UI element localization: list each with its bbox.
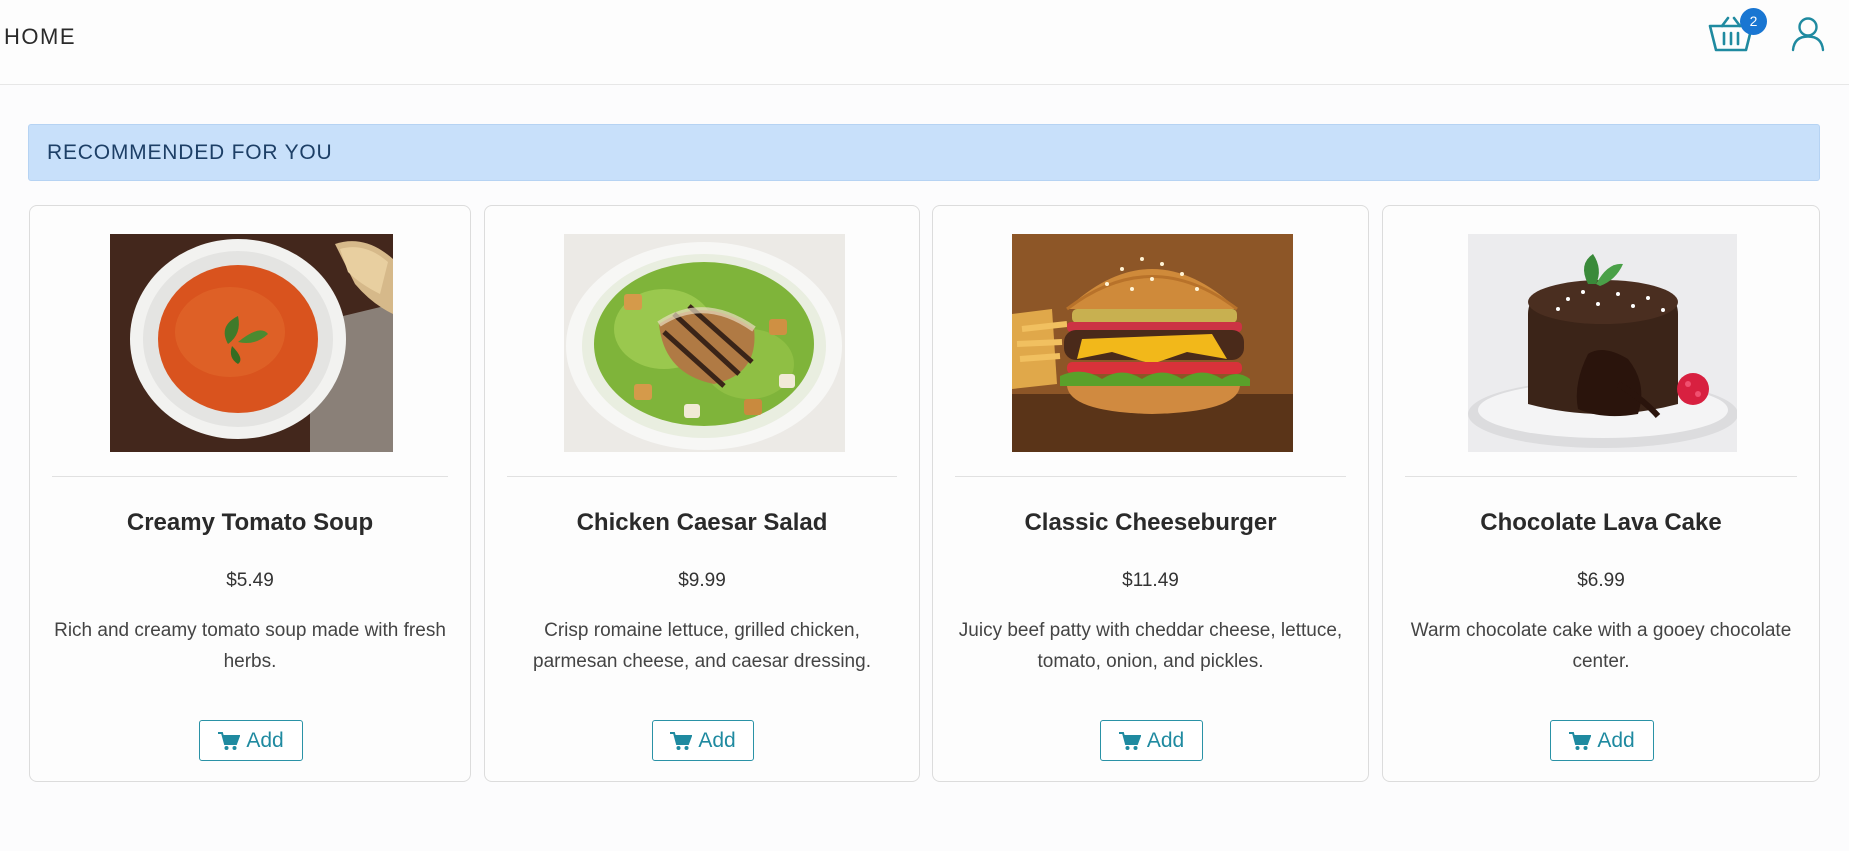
- cart-icon: [1569, 731, 1592, 750]
- card-divider: [955, 476, 1346, 477]
- product-description: Crisp romaine lettuce, grilled chicken, …: [533, 620, 871, 672]
- user-icon: [1791, 17, 1825, 52]
- add-button-label: Add: [1597, 728, 1635, 752]
- card-divider: [507, 476, 897, 477]
- recommended-banner: RECOMMENDED FOR YOU: [28, 124, 1820, 181]
- cart-icon: [1118, 731, 1141, 750]
- lava-cake-image: [1468, 234, 1737, 452]
- add-to-cart-button[interactable]: Add: [1100, 720, 1203, 761]
- product-card: Chocolate Lava Cake $6.99 Warm chocolate…: [1382, 205, 1820, 782]
- add-button-label: Add: [1146, 728, 1185, 752]
- caesar-salad-image: [564, 234, 845, 452]
- add-button-label: Add: [698, 728, 736, 752]
- product-description: Warm chocolate cake with a gooey chocola…: [1410, 620, 1792, 672]
- product-description: Juicy beef patty with cheddar cheese, le…: [958, 620, 1343, 672]
- add-to-cart-button[interactable]: Add: [199, 720, 303, 761]
- product-name: Classic Cheeseburger: [1024, 509, 1277, 536]
- product-description: Rich and creamy tomato soup made with fr…: [54, 620, 446, 672]
- card-divider: [1405, 476, 1797, 477]
- card-divider: [52, 476, 448, 477]
- user-account-button[interactable]: [1791, 16, 1825, 52]
- tomato-soup-image: [110, 234, 393, 452]
- product-price: $5.49: [226, 570, 274, 591]
- add-to-cart-button[interactable]: Add: [652, 720, 754, 761]
- product-price: $6.99: [1577, 570, 1625, 591]
- product-price: $9.99: [678, 570, 726, 591]
- product-name: Chicken Caesar Salad: [576, 509, 828, 536]
- product-card: Classic Cheeseburger $11.49 Juicy beef p…: [932, 205, 1369, 782]
- cart-icon: [670, 731, 693, 750]
- product-price: $11.49: [1122, 570, 1179, 591]
- top-navbar: HOME 2: [0, 0, 1849, 85]
- cheeseburger-image: [1012, 234, 1293, 452]
- product-name: Creamy Tomato Soup: [126, 509, 374, 536]
- recommended-heading: RECOMMENDED FOR YOU: [47, 141, 333, 164]
- product-card: Chicken Caesar Salad $9.99 Crisp romaine…: [484, 205, 920, 782]
- product-name: Chocolate Lava Cake: [1480, 509, 1722, 536]
- cart-icon: [218, 731, 241, 750]
- home-link[interactable]: HOME: [4, 24, 76, 50]
- add-button-label: Add: [246, 728, 284, 752]
- add-to-cart-button[interactable]: Add: [1550, 720, 1654, 761]
- cart-count-badge: 2: [1740, 8, 1767, 35]
- product-card: Creamy Tomato Soup $5.49 Rich and creamy…: [29, 205, 471, 782]
